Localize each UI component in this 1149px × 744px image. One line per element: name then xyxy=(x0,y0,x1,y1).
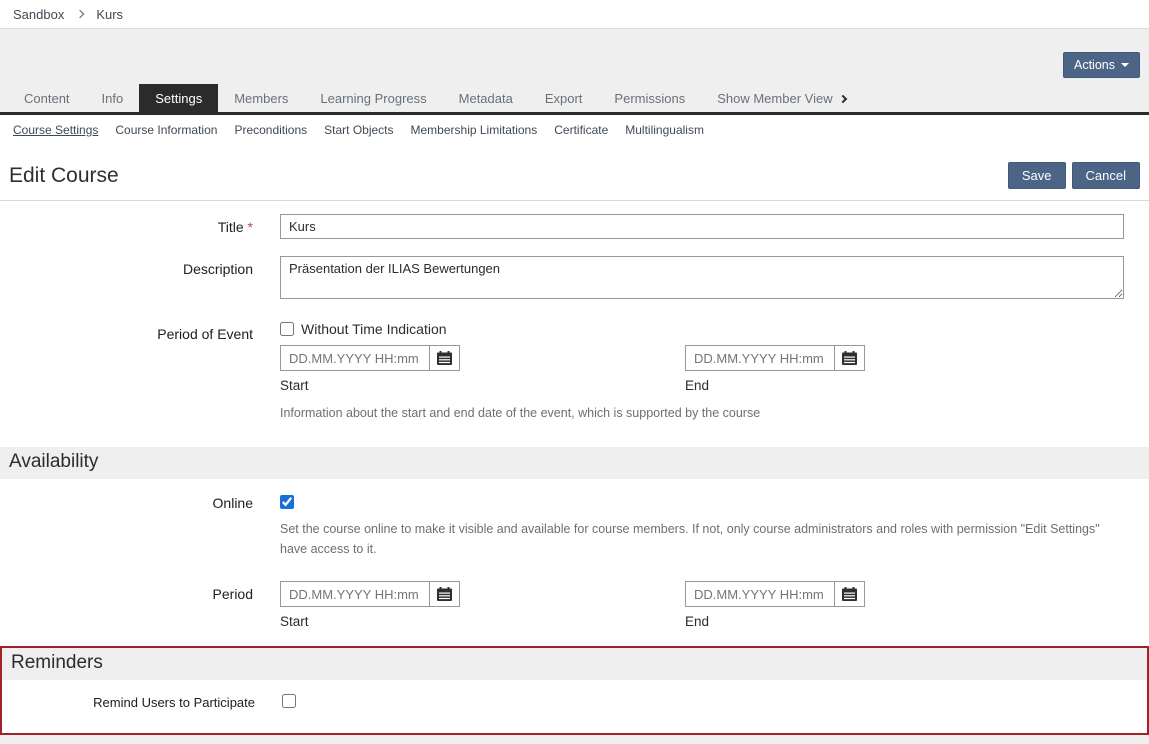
event-end-label: End xyxy=(685,378,1090,393)
chevron-right-icon xyxy=(838,94,846,102)
main-tab-bar: Content Info Settings Members Learning P… xyxy=(0,84,1149,115)
title-label: Title * xyxy=(0,214,280,239)
caret-down-icon xyxy=(1121,63,1129,67)
tab-learning-progress[interactable]: Learning Progress xyxy=(304,84,442,112)
subtab-multilingualism[interactable]: Multilingualism xyxy=(625,123,704,137)
cancel-button[interactable]: Cancel xyxy=(1072,162,1140,189)
actions-button[interactable]: Actions xyxy=(1063,52,1140,78)
required-asterisk: * xyxy=(248,219,253,235)
description-textarea[interactable]: Präsentation der ILIAS Bewertungen xyxy=(280,256,1124,299)
tab-metadata[interactable]: Metadata xyxy=(443,84,529,112)
availability-end-input[interactable] xyxy=(685,581,835,607)
remind-users-checkbox[interactable] xyxy=(282,694,296,708)
breadcrumb-separator-icon xyxy=(76,10,84,18)
breadcrumb-item-kurs[interactable]: Kurs xyxy=(96,7,123,22)
tab-content[interactable]: Content xyxy=(8,84,86,112)
event-start-column: Start xyxy=(280,345,685,393)
tab-permissions[interactable]: Permissions xyxy=(598,84,701,112)
event-start-label: Start xyxy=(280,378,685,393)
header-band: Actions Content Info Settings Members Le… xyxy=(0,29,1149,115)
tab-show-member-view-label: Show Member View xyxy=(717,91,832,106)
period-of-event-label: Period of Event xyxy=(0,321,280,423)
availability-end-calendar-button[interactable] xyxy=(835,581,865,607)
availability-period-label: Period xyxy=(0,581,280,629)
availability-period-dates: Start End xyxy=(280,581,1124,629)
period-of-event-row: Period of Event Without Time Indication … xyxy=(0,321,1149,423)
availability-start-column: Start xyxy=(280,581,685,629)
event-start-group xyxy=(280,345,685,371)
reminders-section-header: Reminders xyxy=(2,648,1147,680)
subtab-preconditions[interactable]: Preconditions xyxy=(234,123,307,137)
title-label-text: Title xyxy=(218,219,244,235)
event-end-calendar-button[interactable] xyxy=(835,345,865,371)
online-label: Online xyxy=(0,495,280,559)
event-start-input[interactable] xyxy=(280,345,430,371)
calendar-icon xyxy=(437,587,452,601)
period-of-event-byline: Information about the start and end date… xyxy=(280,404,1124,423)
tab-members[interactable]: Members xyxy=(218,84,304,112)
online-control: Set the course online to make it visible… xyxy=(280,495,1124,559)
edit-course-form: Title * Description Präsentation der ILI… xyxy=(0,200,1149,744)
online-byline: Set the course online to make it visible… xyxy=(280,520,1100,559)
breadcrumb: Sandbox Kurs xyxy=(0,0,1149,29)
availability-period-control: Start End xyxy=(280,581,1124,629)
description-control: Präsentation der ILIAS Bewertungen xyxy=(280,256,1124,304)
save-button[interactable]: Save xyxy=(1008,162,1066,189)
subtab-certificate[interactable]: Certificate xyxy=(554,123,608,137)
availability-start-label: Start xyxy=(280,614,685,629)
availability-end-column: End xyxy=(685,581,1090,629)
subtab-start-objects[interactable]: Start Objects xyxy=(324,123,393,137)
actions-button-label: Actions xyxy=(1074,58,1115,72)
title-input[interactable] xyxy=(280,214,1124,239)
subtab-membership-limitations[interactable]: Membership Limitations xyxy=(411,123,538,137)
subtab-course-settings[interactable]: Course Settings xyxy=(13,123,98,137)
availability-period-row: Period Start xyxy=(0,581,1149,629)
form-action-buttons: Save Cancel xyxy=(1008,162,1140,189)
page-header: Edit Course Save Cancel xyxy=(0,146,1149,200)
tab-export[interactable]: Export xyxy=(529,84,599,112)
footer-strip xyxy=(0,735,1149,744)
calendar-icon xyxy=(842,587,857,601)
online-row: Online Set the course online to make it … xyxy=(0,495,1149,559)
availability-start-input[interactable] xyxy=(280,581,430,607)
tab-info[interactable]: Info xyxy=(86,84,140,112)
availability-end-label: End xyxy=(685,614,1090,629)
event-end-input[interactable] xyxy=(685,345,835,371)
availability-start-group xyxy=(280,581,685,607)
tab-show-member-view[interactable]: Show Member View xyxy=(701,84,861,112)
tab-settings[interactable]: Settings xyxy=(139,84,218,112)
without-time-indication-checkbox[interactable] xyxy=(280,322,294,336)
breadcrumb-item-sandbox[interactable]: Sandbox xyxy=(13,7,64,22)
reminders-highlight-box: Reminders Remind Users to Participate xyxy=(0,646,1149,735)
availability-section-header: Availability xyxy=(0,447,1149,479)
event-end-group xyxy=(685,345,1090,371)
without-time-indication-label: Without Time Indication xyxy=(301,321,447,337)
availability-end-group xyxy=(685,581,1090,607)
calendar-icon xyxy=(437,351,452,365)
description-label: Description xyxy=(0,256,280,304)
availability-start-calendar-button[interactable] xyxy=(430,581,460,607)
title-control xyxy=(280,214,1124,239)
event-start-calendar-button[interactable] xyxy=(430,345,460,371)
event-end-column: End xyxy=(685,345,1090,393)
without-time-indication-line: Without Time Indication xyxy=(280,321,1124,337)
period-of-event-control: Without Time Indication Start xyxy=(280,321,1124,423)
online-checkbox[interactable] xyxy=(280,495,294,509)
page-title: Edit Course xyxy=(9,164,119,188)
title-row: Title * xyxy=(0,214,1149,239)
description-row: Description Präsentation der ILIAS Bewer… xyxy=(0,256,1149,304)
calendar-icon xyxy=(842,351,857,365)
subtab-course-information[interactable]: Course Information xyxy=(115,123,217,137)
subtab-bar: Course Settings Course Information Preco… xyxy=(0,115,1149,146)
event-period-dates: Start End xyxy=(280,345,1124,393)
